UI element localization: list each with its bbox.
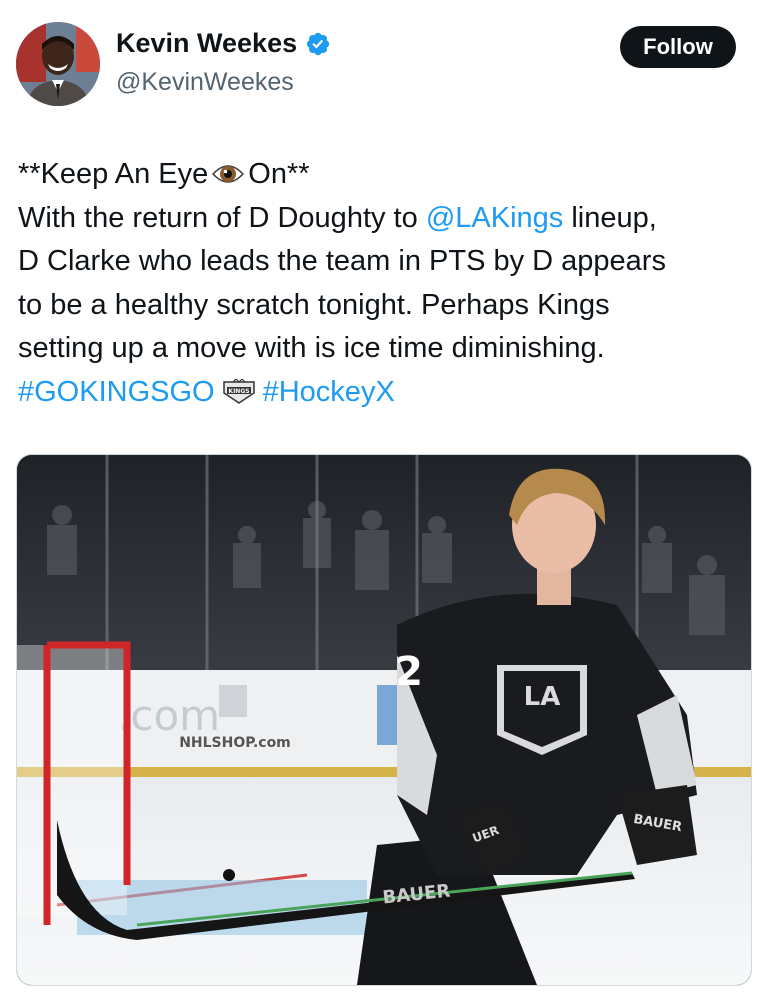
tweet-line-2: With the return of D Doughty to @LAKings…: [18, 197, 753, 241]
svg-text:.com: .com: [117, 691, 220, 740]
tweet-text: **Keep An Eye On** With the return of D D…: [18, 153, 753, 414]
author-name-row: Kevin Weekes: [116, 28, 331, 59]
profile-photo-icon: [16, 22, 100, 106]
tweet-line-2-post: lineup,: [563, 201, 657, 234]
puck: [223, 869, 235, 881]
tweet-line-5: setting up a move with is ice time dimin…: [18, 332, 605, 364]
tweet-media-image[interactable]: .com NHLSHOP.com LA 2 UER BAUER BAUER: [16, 454, 752, 986]
hockey-player-photo: .com NHLSHOP.com LA 2 UER BAUER BAUER: [17, 455, 751, 985]
tweet-line-1-pre: **Keep An Eye: [18, 158, 209, 190]
la-kings-logo-icon: KINGS: [222, 378, 255, 404]
hashtag-hockeyx-link[interactable]: #HockeyX: [263, 376, 395, 408]
tweet-line-1: **Keep An Eye On**: [18, 153, 753, 197]
jersey-number: 2: [395, 649, 423, 695]
tweet-line-6: #GOKINGSGO KINGS #HockeyX: [18, 371, 753, 415]
avatar[interactable]: [16, 22, 100, 106]
tweet-line-3: D Clarke who leads the team in PTS by D …: [18, 245, 666, 277]
follow-button[interactable]: Follow: [620, 26, 736, 68]
display-name[interactable]: Kevin Weekes: [116, 28, 297, 59]
tweet-line-1-post: On**: [248, 158, 310, 190]
hashtag-gokingsgo-link[interactable]: #GOKINGSGO: [18, 376, 215, 408]
svg-text:KINGS: KINGS: [228, 388, 249, 395]
tweet-line-4: to be a healthy scratch tonight. Perhaps…: [18, 288, 610, 321]
tweet-line-2-pre: With the return of D Doughty to: [18, 201, 426, 234]
jersey-logo-text: LA: [524, 682, 561, 712]
author-handle[interactable]: @KevinWeekes: [116, 68, 294, 97]
eye-icon: [212, 165, 245, 183]
mention-link[interactable]: @LAKings: [426, 202, 563, 234]
verified-badge-icon: [307, 32, 330, 55]
board-ad-text: NHLSHOP.com: [179, 735, 291, 751]
